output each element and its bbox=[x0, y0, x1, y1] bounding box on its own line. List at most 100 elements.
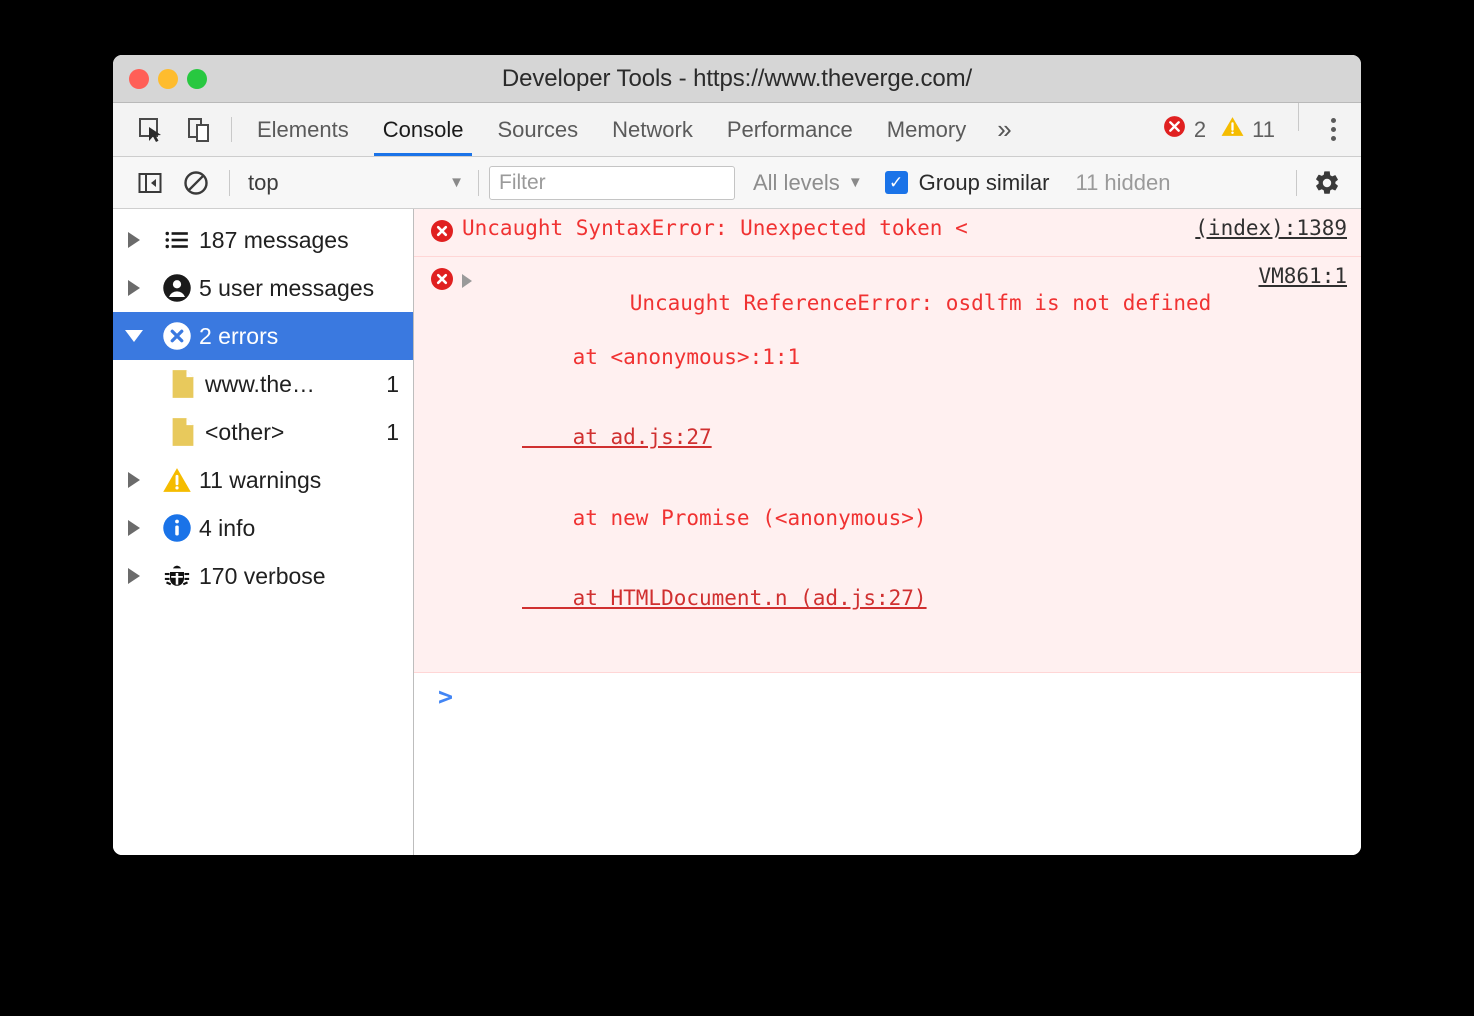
device-toolbar-icon[interactable] bbox=[175, 103, 223, 156]
sidebar-item-label: 170 verbose bbox=[199, 563, 326, 590]
info-circle-icon bbox=[155, 513, 199, 543]
sidebar-item-label: 11 warnings bbox=[199, 467, 321, 494]
console-body: 187 messages 5 user messages bbox=[113, 209, 1361, 855]
stack-frame-link[interactable]: at HTMLDocument.n (ad.js:27) bbox=[522, 586, 927, 610]
screen: Developer Tools - https://www.theverge.c… bbox=[0, 0, 1474, 1016]
devtools-tab-bar: Elements Console Sources Network Perform… bbox=[113, 103, 1361, 157]
group-similar-label: Group similar bbox=[919, 170, 1050, 196]
expand-triangle-icon[interactable] bbox=[113, 472, 155, 488]
window-controls bbox=[129, 69, 207, 89]
sidebar-item-label: 187 messages bbox=[199, 227, 349, 254]
console-toolbar-right bbox=[1286, 169, 1347, 197]
warning-count-value: 11 bbox=[1252, 117, 1275, 143]
filter-input[interactable] bbox=[489, 166, 735, 200]
group-similar-checkbox[interactable]: ✓ Group similar bbox=[885, 170, 1050, 196]
tab-elements[interactable]: Elements bbox=[240, 103, 366, 156]
sidebar-item-user-messages[interactable]: 5 user messages bbox=[113, 264, 413, 312]
bug-icon bbox=[155, 562, 199, 590]
sidebar-item-label: www.the… bbox=[205, 371, 386, 398]
stack-frame[interactable]: at ad.js:27 bbox=[478, 424, 1240, 451]
more-tabs-button[interactable]: » bbox=[983, 103, 1025, 156]
error-count-icon bbox=[1162, 114, 1187, 145]
collapse-triangle-icon[interactable] bbox=[113, 330, 155, 342]
expand-triangle-icon[interactable] bbox=[113, 232, 155, 248]
show-console-sidebar-icon[interactable] bbox=[127, 157, 173, 209]
tab-performance[interactable]: Performance bbox=[710, 103, 870, 156]
console-message-source-link[interactable]: VM861:1 bbox=[1258, 263, 1347, 290]
sidebar-item-error-source[interactable]: www.the… 1 bbox=[113, 360, 413, 408]
stack-frame[interactable]: at HTMLDocument.n (ad.js:27) bbox=[478, 585, 1240, 612]
hidden-messages-count: 11 hidden bbox=[1075, 170, 1170, 196]
warning-count-icon bbox=[1220, 114, 1245, 145]
close-button[interactable] bbox=[129, 69, 149, 89]
expand-triangle-icon[interactable] bbox=[113, 280, 155, 296]
sidebar-item-label: 2 errors bbox=[199, 323, 278, 350]
maximize-button[interactable] bbox=[187, 69, 207, 89]
console-sidebar: 187 messages 5 user messages bbox=[113, 209, 414, 855]
tabbar-spacer bbox=[1026, 103, 1162, 156]
sidebar-item-errors[interactable]: 2 errors bbox=[113, 312, 413, 360]
execution-context-selector[interactable]: top ▼ bbox=[240, 157, 468, 209]
error-circle-icon bbox=[430, 267, 454, 298]
list-icon bbox=[155, 227, 199, 253]
issue-counters[interactable]: 2 11 bbox=[1162, 103, 1286, 156]
window-title: Developer Tools - https://www.theverge.c… bbox=[113, 65, 1361, 93]
log-levels-selector[interactable]: All levels ▼ bbox=[753, 170, 863, 196]
sidebar-item-error-other[interactable]: <other> 1 bbox=[113, 408, 413, 456]
stack-frame: at new Promise (<anonymous>) bbox=[478, 505, 1240, 532]
expand-triangle-icon[interactable] bbox=[113, 568, 155, 584]
toolbar-divider bbox=[231, 117, 232, 142]
sidebar-item-label: 4 info bbox=[199, 515, 255, 542]
kebab-menu-icon[interactable] bbox=[1311, 103, 1355, 156]
user-icon bbox=[155, 273, 199, 303]
sidebar-item-count: 1 bbox=[386, 371, 399, 398]
title-bar: Developer Tools - https://www.theverge.c… bbox=[113, 55, 1361, 103]
checkmark-icon: ✓ bbox=[885, 171, 908, 194]
console-prompt[interactable]: > bbox=[414, 673, 1361, 719]
tabbar-divider bbox=[1298, 103, 1299, 131]
error-count-value: 2 bbox=[1194, 117, 1206, 143]
expand-triangle-icon[interactable] bbox=[462, 274, 472, 288]
console-message-text: Uncaught ReferenceError: osdlfm is not d… bbox=[630, 291, 1212, 315]
tab-memory[interactable]: Memory bbox=[870, 103, 983, 156]
gear-icon[interactable] bbox=[1307, 169, 1347, 197]
console-message-text: Uncaught SyntaxError: Unexpected token < bbox=[462, 215, 1177, 242]
document-icon bbox=[161, 369, 205, 399]
console-toolbar-divider-2 bbox=[478, 170, 479, 196]
warning-triangle-icon bbox=[155, 465, 199, 495]
sidebar-item-warnings[interactable]: 11 warnings bbox=[113, 456, 413, 504]
log-levels-label: All levels bbox=[753, 170, 840, 196]
console-messages-pane[interactable]: Uncaught SyntaxError: Unexpected token <… bbox=[414, 209, 1361, 855]
expand-triangle-icon[interactable] bbox=[113, 520, 155, 536]
clear-console-icon[interactable] bbox=[173, 157, 219, 209]
console-message-row[interactable]: Uncaught SyntaxError: Unexpected token <… bbox=[414, 209, 1361, 257]
stack-frame: at <anonymous>:1:1 bbox=[478, 344, 1240, 371]
console-toolbar: top ▼ All levels ▼ ✓ Group similar 11 hi… bbox=[113, 157, 1361, 209]
inspect-cursor-icon[interactable] bbox=[127, 103, 175, 156]
chevron-down-icon: ▼ bbox=[449, 174, 464, 191]
error-circle-icon bbox=[155, 321, 199, 351]
console-toolbar-divider-3 bbox=[1296, 170, 1297, 196]
error-circle-icon bbox=[430, 219, 454, 250]
console-toolbar-divider-1 bbox=[229, 170, 230, 196]
chevron-down-icon: ▼ bbox=[848, 174, 863, 191]
console-message-source-link[interactable]: (index):1389 bbox=[1195, 215, 1347, 242]
sidebar-item-count: 1 bbox=[386, 419, 399, 446]
stack-frame-link[interactable]: at ad.js:27 bbox=[522, 425, 712, 449]
sidebar-item-label: 5 user messages bbox=[199, 275, 374, 302]
sidebar-item-verbose[interactable]: 170 verbose bbox=[113, 552, 413, 600]
panel-tabs: Elements Console Sources Network Perform… bbox=[240, 103, 1026, 156]
sidebar-item-info[interactable]: 4 info bbox=[113, 504, 413, 552]
prompt-chevron-icon: > bbox=[438, 682, 453, 711]
tab-sources[interactable]: Sources bbox=[480, 103, 595, 156]
document-icon bbox=[161, 417, 205, 447]
minimize-button[interactable] bbox=[158, 69, 178, 89]
sidebar-item-messages[interactable]: 187 messages bbox=[113, 216, 413, 264]
console-message-row[interactable]: Uncaught ReferenceError: osdlfm is not d… bbox=[414, 257, 1361, 673]
tab-network[interactable]: Network bbox=[595, 103, 710, 156]
console-message-body: Uncaught ReferenceError: osdlfm is not d… bbox=[478, 263, 1240, 666]
execution-context-label: top bbox=[248, 170, 279, 196]
devtools-window: Developer Tools - https://www.theverge.c… bbox=[113, 55, 1361, 855]
sidebar-item-label: <other> bbox=[205, 419, 386, 446]
tab-console[interactable]: Console bbox=[366, 103, 481, 156]
